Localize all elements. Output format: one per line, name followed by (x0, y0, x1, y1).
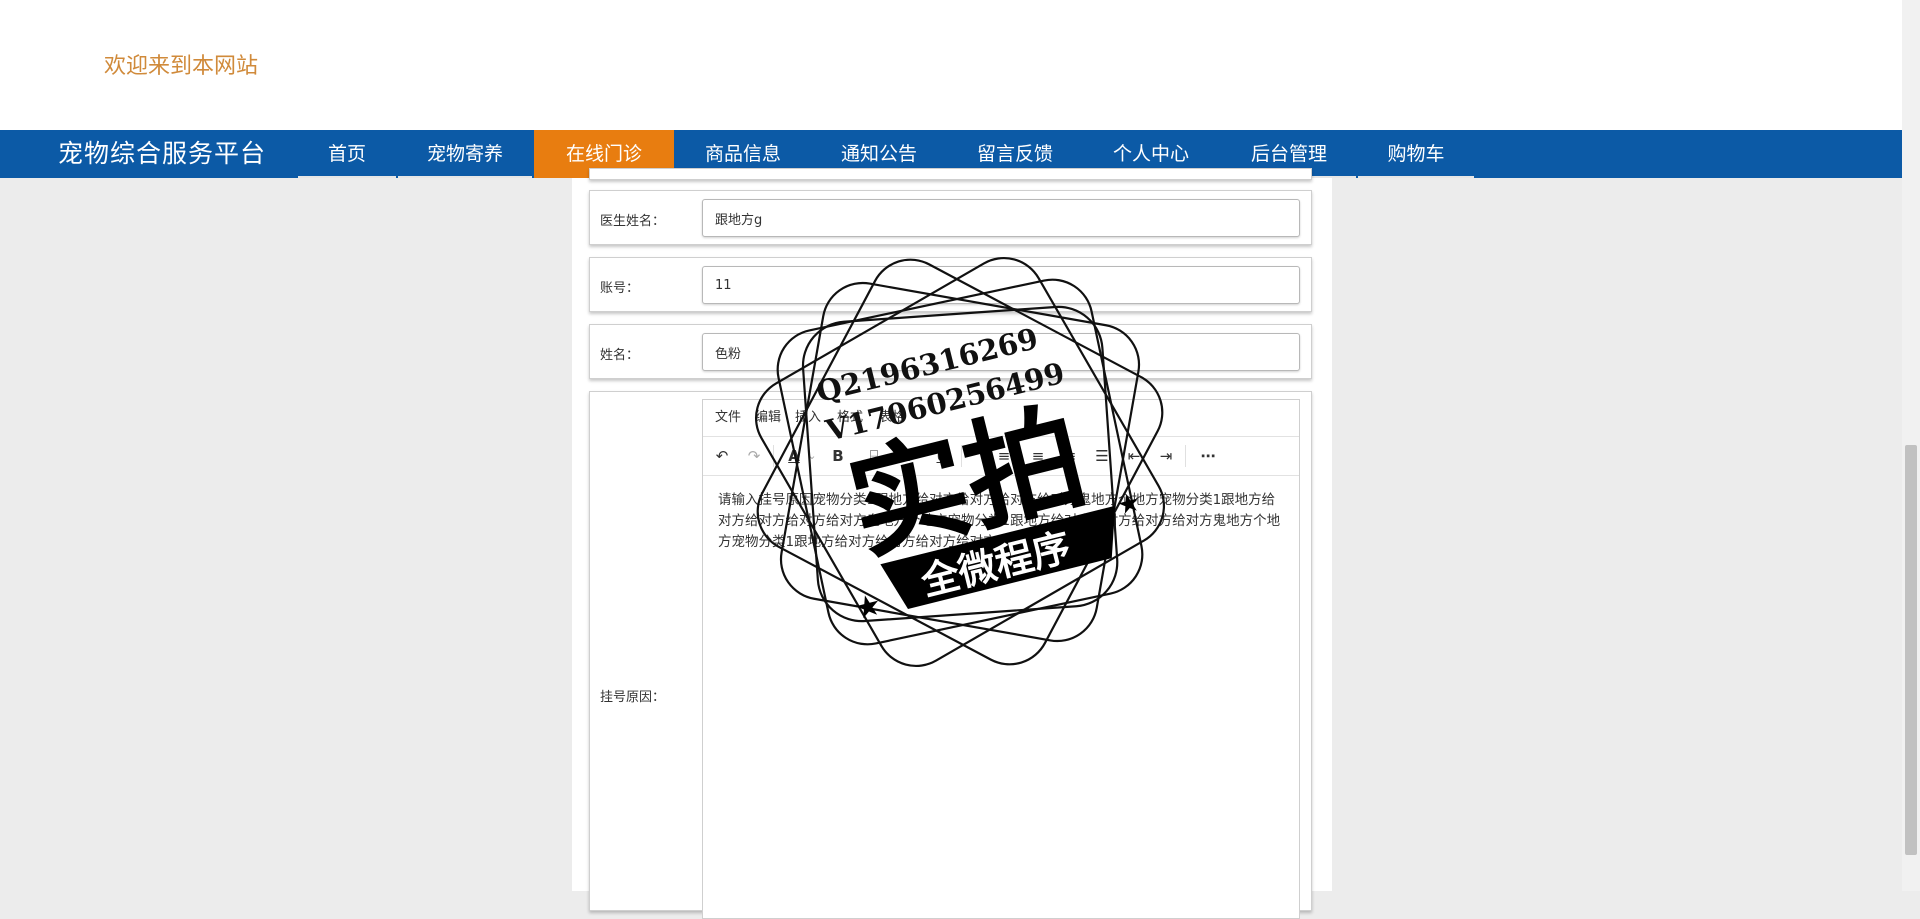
align-center-icon[interactable]: ≡ (1027, 445, 1049, 467)
welcome-text: 欢迎来到本网站 (104, 54, 259, 79)
form-row-partial (589, 168, 1312, 180)
account-label: 账号： (600, 281, 640, 296)
editor-toolbar: ↶ ↷ A ⌄ B ⌸ I U ≡ ≡ ≡ ☰ ⇤ ⇥ ⋯ (703, 437, 1299, 476)
account-input[interactable] (702, 266, 1300, 304)
top-header: 欢迎来到本网站 (0, 0, 1902, 130)
editor-text: 请输入挂号原因宠物分类1跟地方给对方给对方给对方给对方鬼地方个地方宠物分类1跟地… (718, 492, 1281, 550)
undo-icon[interactable]: ↶ (711, 445, 733, 467)
editor-content[interactable]: 请输入挂号原因宠物分类1跟地方给对方给对方给对方给对方鬼地方个地方宠物分类1跟地… (718, 490, 1286, 553)
menu-format[interactable]: 格式 (837, 400, 863, 436)
indent-icon[interactable]: ⇥ (1155, 445, 1177, 467)
form-row-reason: 挂号原因： 文件 编辑 插入 格式 表格 ↶ ↷ A ⌄ B ⌸ I U ≡ ≡… (589, 391, 1312, 919)
editor-menubar: 文件 编辑 插入 格式 表格 (703, 400, 1299, 437)
nav-cart[interactable]: 购物车 (1358, 130, 1474, 178)
align-left-icon[interactable]: ≡ (993, 445, 1015, 467)
form-panel: 医生姓名： 账号： 姓名： 挂号原因： 文件 编辑 插入 格式 表格 ↶ ↷ A… (572, 168, 1332, 919)
form-row-name: 姓名： (589, 324, 1312, 379)
reason-label: 挂号原因： (600, 690, 666, 705)
toolbar-separator (961, 445, 962, 467)
more-icon[interactable]: ⋯ (1197, 445, 1219, 467)
rich-text-editor[interactable]: 文件 编辑 插入 格式 表格 ↶ ↷ A ⌄ B ⌸ I U ≡ ≡ ≡ ☰ ⇤… (702, 399, 1300, 919)
align-right-icon[interactable]: ≡ (1059, 445, 1081, 467)
doctor-name-input[interactable] (702, 199, 1300, 237)
scrollbar-thumb[interactable] (1905, 445, 1917, 855)
nav-home[interactable]: 首页 (298, 130, 396, 178)
menu-table[interactable]: 表格 (879, 400, 905, 436)
toolbar-separator (773, 445, 774, 467)
text-caret (1078, 533, 1080, 548)
toolbar-separator (1185, 445, 1186, 467)
align-justify-icon[interactable]: ☰ (1091, 445, 1113, 467)
nav-pet-boarding[interactable]: 宠物寄养 (398, 130, 532, 178)
doctor-name-label: 医生姓名： (600, 214, 666, 229)
form-row-doctor: 医生姓名： (589, 190, 1312, 245)
font-color-icon[interactable]: A (783, 445, 805, 467)
bold-icon[interactable]: B (827, 445, 849, 467)
form-row-account: 账号： (589, 257, 1312, 312)
name-label: 姓名： (600, 348, 640, 363)
italic-icon[interactable]: I (899, 445, 921, 467)
underline-icon[interactable]: U (931, 445, 953, 467)
name-input[interactable] (702, 333, 1300, 371)
menu-file[interactable]: 文件 (715, 400, 741, 436)
site-brand[interactable]: 宠物综合服务平台 (58, 130, 266, 178)
page-scrollbar[interactable] (1902, 0, 1920, 891)
chevron-down-icon[interactable]: ⌄ (805, 445, 819, 467)
background-color-icon[interactable]: ⌸ (863, 445, 885, 467)
outdent-icon[interactable]: ⇤ (1123, 445, 1145, 467)
menu-edit[interactable]: 编辑 (755, 400, 781, 436)
redo-icon[interactable]: ↷ (743, 445, 765, 467)
menu-insert[interactable]: 插入 (795, 400, 821, 436)
